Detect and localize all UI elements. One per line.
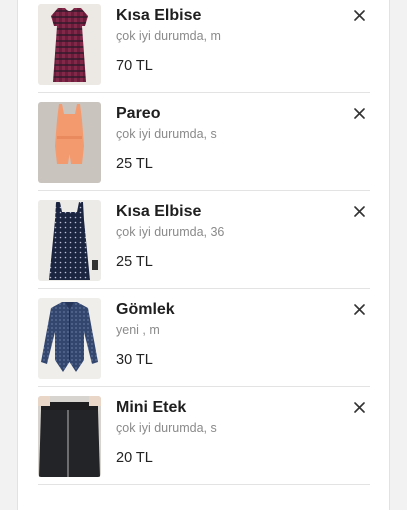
item-title: Pareo	[116, 105, 161, 122]
orange-romper-icon	[38, 102, 101, 183]
product-image[interactable]	[38, 4, 101, 85]
plaid-dress-icon	[38, 4, 101, 85]
item-price: 30 TL	[116, 352, 153, 368]
item-divider	[38, 386, 370, 387]
item-condition-size: çok iyi durumda, s	[116, 127, 217, 141]
cart-panel: Kısa Elbise çok iyi durumda, m 70 TL Par…	[17, 0, 390, 510]
item-title: Kısa Elbise	[116, 203, 202, 220]
remove-item-button[interactable]	[348, 298, 370, 320]
product-image[interactable]	[38, 200, 101, 281]
product-image[interactable]	[38, 102, 101, 183]
item-condition-size: yeni , m	[116, 323, 160, 337]
item-divider	[38, 484, 370, 485]
cart-item[interactable]: Kısa Elbise çok iyi durumda, 36 25 TL	[38, 200, 370, 298]
cart-item[interactable]: Kısa Elbise çok iyi durumda, m 70 TL	[38, 4, 370, 102]
product-image[interactable]	[38, 298, 101, 379]
navy-polka-dress-icon	[38, 200, 101, 281]
remove-item-button[interactable]	[348, 102, 370, 124]
close-icon	[353, 401, 365, 413]
item-title: Kısa Elbise	[116, 7, 202, 24]
remove-item-button[interactable]	[348, 4, 370, 26]
item-price: 20 TL	[116, 450, 153, 466]
item-condition-size: çok iyi durumda, 36	[116, 225, 225, 239]
cart-item[interactable]: Mini Etek çok iyi durumda, s 20 TL	[38, 396, 370, 494]
denim-shirt-icon	[38, 298, 101, 379]
item-divider	[38, 190, 370, 191]
item-price: 25 TL	[116, 156, 153, 172]
cart-item[interactable]: Gömlek yeni , m 30 TL	[38, 298, 370, 396]
remove-item-button[interactable]	[348, 396, 370, 418]
black-mini-skirt-icon	[38, 396, 101, 477]
close-icon	[353, 107, 365, 119]
close-icon	[353, 303, 365, 315]
item-divider	[38, 288, 370, 289]
close-icon	[353, 205, 365, 217]
item-divider	[38, 92, 370, 93]
item-title: Mini Etek	[116, 399, 187, 416]
item-condition-size: çok iyi durumda, s	[116, 421, 217, 435]
product-image[interactable]	[38, 396, 101, 477]
item-price: 25 TL	[116, 254, 153, 270]
item-price: 70 TL	[116, 58, 153, 74]
item-title: Gömlek	[116, 301, 175, 318]
cart-item[interactable]: Pareo çok iyi durumda, s 25 TL	[38, 102, 370, 200]
item-condition-size: çok iyi durumda, m	[116, 29, 221, 43]
remove-item-button[interactable]	[348, 200, 370, 222]
close-icon	[353, 9, 365, 21]
